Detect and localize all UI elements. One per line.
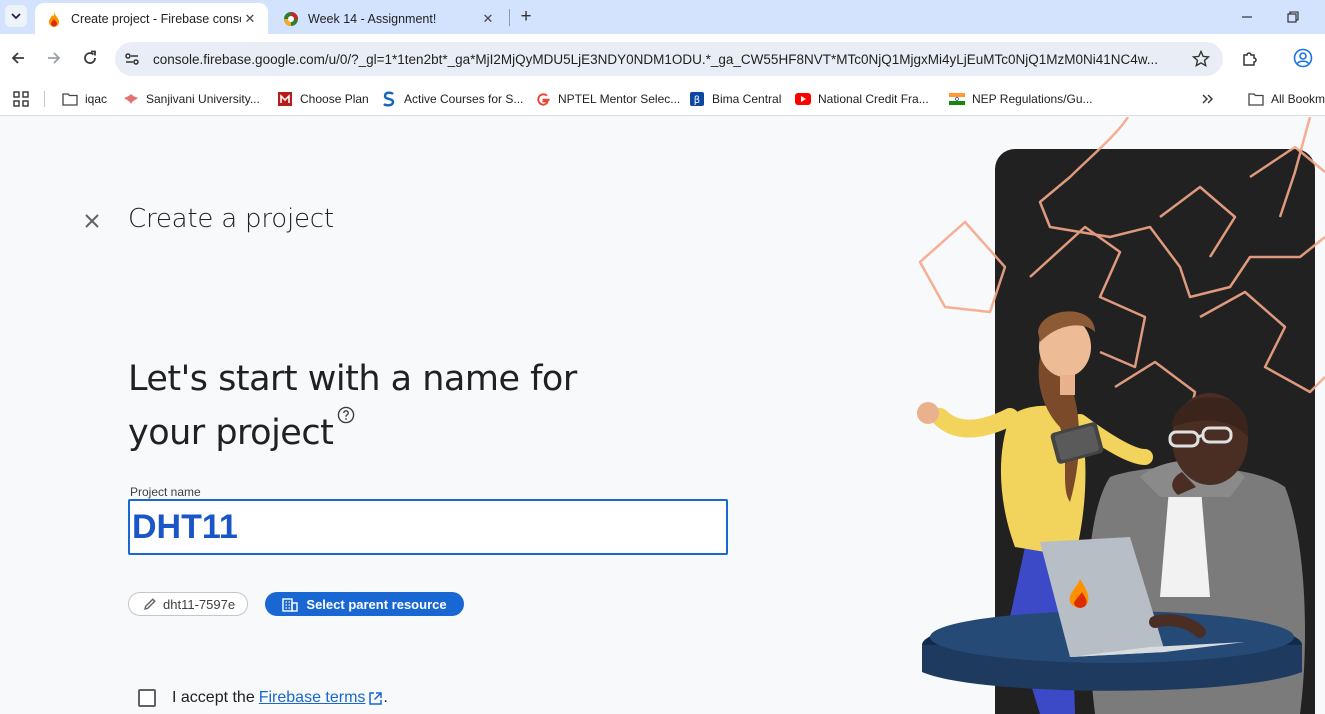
- forward-arrow-icon[interactable]: [42, 46, 66, 70]
- address-bar[interactable]: console.firebase.google.com/u/0/?_gl=1*1…: [115, 42, 1223, 76]
- s-logo-icon: [381, 91, 397, 107]
- bookmark-label: National Credit Fra...: [818, 92, 929, 106]
- bookmarks-bar: iqac Sanjivani University... Choose Plan…: [0, 82, 1325, 116]
- bookmark-active-courses[interactable]: Active Courses for S...: [381, 88, 523, 110]
- headline-line-2-text: your project: [128, 413, 334, 453]
- bookmark-label: Active Courses for S...: [404, 92, 524, 106]
- headline-line-1: Let's start with a name for: [128, 359, 577, 399]
- youtube-icon: [795, 91, 811, 107]
- plus-icon[interactable]: +: [515, 6, 537, 28]
- site-info-icon[interactable]: [121, 48, 143, 70]
- bookmark-sanjivani[interactable]: Sanjivani University...: [123, 88, 260, 110]
- accept-suffix: .: [383, 689, 388, 706]
- tab-title: Week 14 - Assignment!: [308, 11, 437, 26]
- profile-icon[interactable]: [1291, 46, 1315, 70]
- accept-terms-checkbox[interactable]: [138, 689, 156, 707]
- sanjivani-icon: [123, 91, 139, 107]
- tab-strip: Create project - Firebase console ✕ Week…: [0, 0, 1325, 34]
- bookmark-bima-central[interactable]: β Bima Central: [689, 88, 781, 110]
- tab-firebase[interactable]: Create project - Firebase console ✕: [35, 3, 268, 34]
- svg-text:β: β: [694, 95, 700, 106]
- create-project-page: Create a project Let's start with a name…: [0, 117, 1325, 714]
- close-icon[interactable]: [79, 208, 105, 234]
- open-in-new-icon: [369, 691, 383, 705]
- bookmark-label: All Bookmarks: [1271, 92, 1325, 106]
- apps-grid-icon[interactable]: [13, 88, 29, 110]
- close-tab-icon[interactable]: ✕: [241, 10, 259, 28]
- bookmark-star-icon[interactable]: [1189, 47, 1213, 71]
- reload-icon[interactable]: [78, 46, 102, 70]
- bookmark-choose-plan[interactable]: Choose Plan: [277, 88, 369, 110]
- tab-title: Create project - Firebase console: [71, 11, 241, 26]
- project-name-input[interactable]: DHT11: [128, 499, 728, 555]
- bookmarks-divider: [44, 91, 45, 107]
- bookmark-label: iqac: [85, 92, 108, 106]
- bookmark-label: Bima Central: [712, 92, 782, 106]
- project-name-label: Project name: [130, 485, 201, 499]
- select-parent-resource-button[interactable]: Select parent resource: [265, 592, 464, 616]
- select-parent-label: Select parent resource: [306, 596, 447, 612]
- building-icon: [282, 596, 299, 612]
- firebase-terms-link[interactable]: Firebase terms: [259, 689, 366, 707]
- all-bookmarks-folder[interactable]: All Bookmarks: [1248, 88, 1325, 110]
- bookmark-label: NPTEL Mentor Selec...: [558, 92, 681, 106]
- india-flag-icon: [949, 91, 965, 107]
- project-id-chip[interactable]: dht11-7597e: [128, 592, 249, 616]
- tab-search-button[interactable]: [5, 5, 27, 27]
- bookmark-nptel-mentor[interactable]: NPTEL Mentor Selec...: [535, 88, 680, 110]
- bookmark-label: NEP Regulations/Gu...: [972, 92, 1093, 106]
- firebase-icon: [46, 11, 62, 27]
- folder-icon: [62, 91, 78, 107]
- pencil-icon: [143, 597, 157, 611]
- m-logo-icon: [277, 91, 293, 107]
- restore-icon[interactable]: [1270, 0, 1316, 34]
- minimize-icon[interactable]: [1224, 0, 1270, 34]
- browser-toolbar: console.firebase.google.com/u/0/?_gl=1*1…: [0, 34, 1325, 82]
- project-id-text: dht11-7597e: [163, 596, 236, 612]
- folder-icon: [1248, 91, 1264, 107]
- bookmark-nep-regulations[interactable]: NEP Regulations/Gu...: [949, 88, 1093, 110]
- headline-line-2: your project: [128, 406, 728, 460]
- bookmark-national-credit[interactable]: National Credit Fra...: [795, 88, 929, 110]
- url-text: console.firebase.google.com/u/0/?_gl=1*1…: [153, 51, 1159, 67]
- help-icon[interactable]: [337, 406, 355, 424]
- bookmark-label: Choose Plan: [300, 92, 369, 106]
- google-icon: [535, 91, 551, 107]
- tab-week14[interactable]: Week 14 - Assignment! ✕: [272, 3, 506, 34]
- nptel-icon: [283, 11, 299, 27]
- accept-text: I accept the: [172, 689, 255, 706]
- project-name-value: DHT11: [132, 507, 238, 546]
- accept-terms-row: I accept the Firebase terms .: [138, 689, 388, 707]
- extensions-puzzle-icon[interactable]: [1238, 46, 1262, 70]
- people-illustration: [917, 117, 1325, 714]
- bookmark-iqac[interactable]: iqac: [62, 88, 107, 110]
- more-bookmarks-icon[interactable]: [1200, 88, 1214, 110]
- close-tab-icon[interactable]: ✕: [479, 10, 497, 28]
- bookmark-label: Sanjivani University...: [146, 92, 260, 106]
- tab-divider: [509, 9, 510, 26]
- back-arrow-icon[interactable]: [6, 46, 30, 70]
- bima-icon: β: [689, 91, 705, 107]
- headline: Let's start with a name for your project: [128, 352, 728, 460]
- chevron-down-icon: [11, 13, 21, 20]
- page-title: Create a project: [128, 204, 334, 234]
